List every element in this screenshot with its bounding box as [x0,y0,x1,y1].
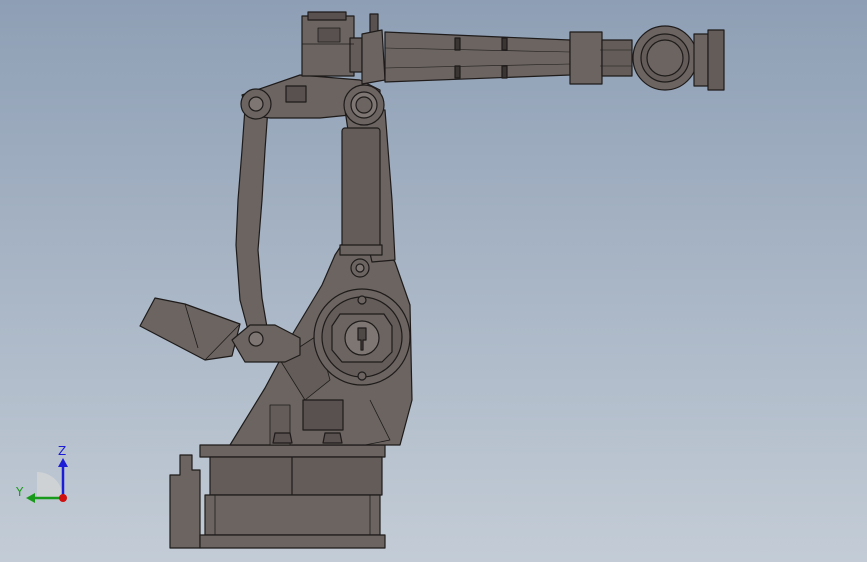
y-axis-label: Y [15,485,24,499]
shoulder-joint[interactable] [313,288,411,386]
lower-arm[interactable] [339,84,396,278]
triad-plane-indicator [37,472,63,498]
link-bottom-joint [231,324,301,363]
base-side-bracket [169,454,201,549]
coordinate-triad: Z Y [15,444,68,503]
bottom-pin [248,331,264,347]
cad-viewport[interactable]: Z Y [0,0,867,562]
z-axis-arrow-icon [58,458,68,467]
forearm-rear-housing [361,29,386,85]
column-port [302,399,344,431]
robot-base[interactable] [169,444,386,549]
wrist-collar [569,31,603,85]
forearm[interactable] [301,11,633,85]
base-foot [199,534,386,549]
base-turntable [209,456,383,496]
wrist-motor-pack [301,15,355,77]
counterweight[interactable] [139,297,241,361]
link-rod [235,107,269,346]
base-top-plate [199,444,386,458]
balancer-cylinder [341,127,381,251]
tool-flange [693,33,709,87]
robot-arm-model[interactable]: Z Y [0,0,867,562]
wrist[interactable] [632,25,725,91]
x-axis-dot [59,494,67,502]
y-axis-arrow-icon [26,493,35,503]
z-axis-label: Z [58,444,66,458]
link-plate-window [285,85,307,103]
counterweight-block [139,297,241,361]
tool-flange-plate [707,29,725,91]
base-cylinder [204,494,381,536]
forearm-tube [384,31,571,83]
